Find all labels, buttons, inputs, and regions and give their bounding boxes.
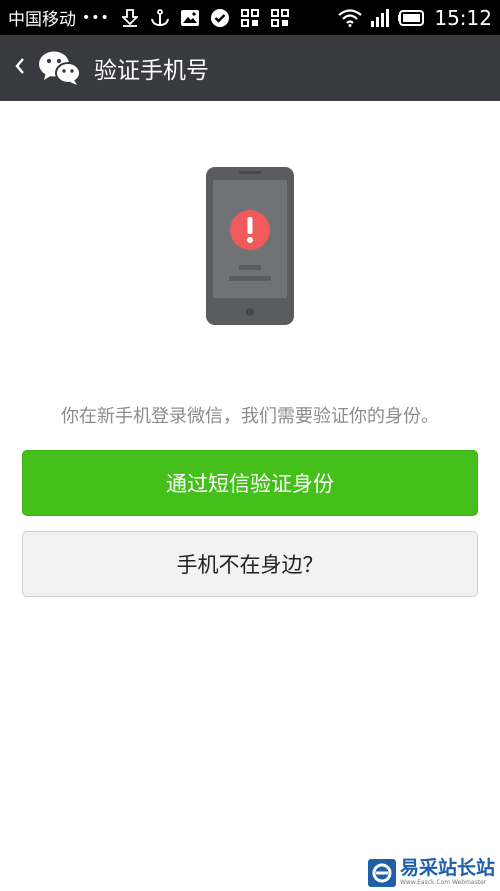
check-circle-icon [210,8,230,28]
battery-icon [398,8,426,28]
qr-icon [240,8,260,28]
clock: 15:12 [434,5,492,30]
site-logo-icon [368,858,396,887]
status-left: 中国移动 ••• [8,5,338,30]
title-bar: 验证手机号 [0,35,500,101]
watermark-text: 易采站长站 Www.Easck.Com Webmaster [400,859,495,886]
status-bar: 中国移动 ••• 15:12 [0,0,500,35]
qr-icon [270,8,290,28]
phone-alert-icon [205,166,295,326]
phone-not-nearby-label: 手机不在身边？ [176,553,324,577]
wifi-icon [338,8,363,28]
status-right: 15:12 [338,6,492,30]
watermark-sub: Www.Easck.Com Webmaster [400,879,487,886]
watermark-main: 易采站长站 [400,857,496,879]
download-icon [120,8,140,28]
wechat-logo-icon [38,48,82,88]
more-dots: ••• [82,9,110,26]
back-button[interactable] [2,35,38,101]
signal-icon [370,8,390,28]
chevron-left-icon [14,56,26,80]
carrier-label: 中国移动 [8,10,76,30]
sms-verify-label: 通过短信验证身份 [166,472,334,496]
phone-not-nearby-button[interactable]: 手机不在身边？ [22,531,478,597]
page-title: 验证手机号 [94,58,209,84]
sms-verify-button[interactable]: 通过短信验证身份 [22,450,478,516]
verification-prompt: 你在新手机登录微信，我们需要验证你的身份。 [61,406,439,427]
watermark: 易采站长站 Www.Easck.Com Webmaster [368,856,500,889]
anchor-icon [150,8,170,28]
image-icon [180,8,200,28]
